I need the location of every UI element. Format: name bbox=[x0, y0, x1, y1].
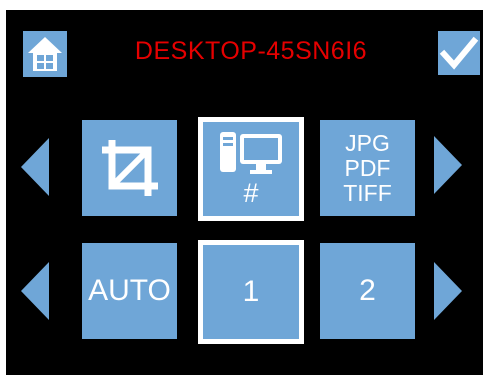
row2-prev-arrow[interactable] bbox=[21, 262, 49, 320]
checkmark-icon bbox=[439, 36, 479, 70]
row2-next-arrow[interactable] bbox=[434, 262, 462, 320]
option-2-button[interactable]: 2 bbox=[320, 243, 415, 339]
destination-number-label: # bbox=[243, 177, 259, 208]
format-jpg-label: JPG bbox=[345, 129, 390, 156]
scanner-screen: DESKTOP-45SN6I6 # JPG PDF TIFF AUTO 1 2 bbox=[6, 10, 483, 375]
confirm-button[interactable] bbox=[438, 31, 480, 75]
format-tiff-label: TIFF bbox=[343, 179, 392, 206]
row1-next-arrow[interactable] bbox=[434, 136, 462, 194]
file-format-button[interactable]: JPG PDF TIFF bbox=[320, 120, 415, 216]
device-name-title: DESKTOP-45SN6I6 bbox=[134, 37, 368, 65]
row1-prev-arrow[interactable] bbox=[21, 138, 49, 196]
crop-icon bbox=[101, 140, 158, 196]
computer-icon bbox=[220, 131, 282, 174]
option-1-label: 1 bbox=[242, 275, 260, 308]
auto-label: AUTO bbox=[88, 274, 171, 307]
crop-button[interactable] bbox=[82, 120, 177, 216]
format-pdf-label: PDF bbox=[344, 154, 391, 181]
option-1-button[interactable]: 1 bbox=[198, 240, 304, 344]
scan-to-computer-button[interactable]: # bbox=[198, 117, 304, 221]
home-button[interactable] bbox=[23, 31, 67, 77]
home-icon bbox=[28, 37, 62, 71]
option-2-label: 2 bbox=[359, 274, 376, 307]
auto-button[interactable]: AUTO bbox=[82, 243, 177, 339]
